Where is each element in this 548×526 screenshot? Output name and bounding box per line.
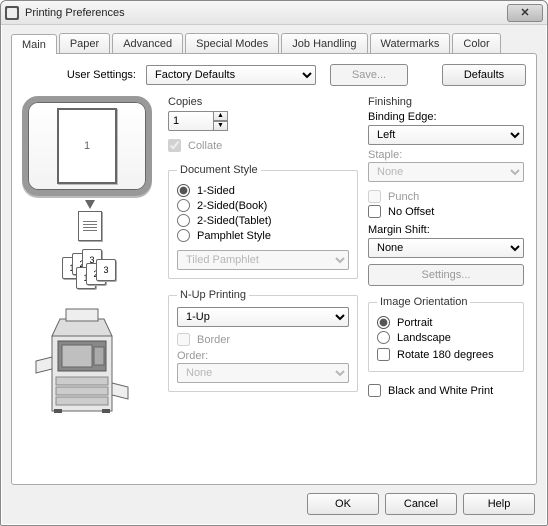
radio-portrait[interactable] (377, 316, 390, 329)
footer-buttons: OK Cancel Help (307, 493, 535, 515)
no-offset-label: No Offset (388, 206, 434, 218)
margin-shift-label: Margin Shift: (368, 224, 524, 236)
radio-2-sided-book[interactable] (177, 199, 190, 212)
collate-label: Collate (188, 140, 222, 152)
tab-special-modes[interactable]: Special Modes (185, 33, 279, 53)
rotate-label: Rotate 180 degrees (397, 349, 494, 361)
preview-box: 1 (22, 96, 152, 196)
bw-row: Black and White Print (368, 384, 524, 397)
ok-button[interactable]: OK (307, 493, 379, 515)
radio-pamphlet[interactable] (177, 229, 190, 242)
binding-edge-label: Binding Edge: (368, 111, 524, 123)
tab-main[interactable]: Main (11, 34, 57, 54)
bw-checkbox[interactable] (368, 384, 381, 397)
border-checkbox (177, 333, 190, 346)
binding-edge-select[interactable]: Left (368, 125, 524, 145)
tab-color[interactable]: Color (452, 33, 500, 53)
order-label: Order: (177, 350, 349, 362)
middle-column: Copies ▲▼ Collate Document Style 1-Sided (168, 96, 358, 434)
titlebar: Printing Preferences ✕ (1, 1, 547, 25)
printer-icon (5, 6, 19, 20)
cancel-button[interactable]: Cancel (385, 493, 457, 515)
right-column: Finishing Binding Edge: Left Staple: Non… (368, 96, 524, 434)
tab-strip: Main Paper Advanced Special Modes Job Ha… (11, 33, 537, 53)
order-select: None (177, 363, 349, 383)
close-icon: ✕ (520, 6, 529, 19)
nup-group: N-Up Printing 1-Up Border Order: None (168, 289, 358, 392)
label-landscape: Landscape (397, 332, 451, 344)
copies-input[interactable] (168, 111, 214, 131)
radio-landscape[interactable] (377, 331, 390, 344)
punch-label: Punch (388, 191, 419, 203)
tab-paper[interactable]: Paper (59, 33, 110, 53)
preview-column: 1 1 2 3 1 2 3 (22, 96, 158, 434)
user-settings-row: User Settings: Factory Defaults Save... … (22, 64, 526, 86)
rotate-checkbox[interactable] (377, 348, 390, 361)
document-style-group: Document Style 1-Sided 2-Sided(Book) 2-S… (168, 164, 358, 279)
staple-select: None (368, 162, 524, 182)
tab-watermarks[interactable]: Watermarks (370, 33, 451, 53)
nup-select[interactable]: 1-Up (177, 307, 349, 327)
pamphlet-select: Tiled Pamphlet (177, 250, 349, 270)
spin-buttons[interactable]: ▲▼ (213, 111, 228, 131)
arrow-down-icon (85, 200, 95, 209)
window-title: Printing Preferences (25, 7, 507, 19)
radio-2-sided-tablet[interactable] (177, 214, 190, 227)
settings-button[interactable]: Settings... (368, 264, 524, 286)
copies-group: Copies ▲▼ Collate (168, 96, 358, 154)
border-label: Border (197, 334, 230, 346)
staple-label: Staple: (368, 149, 524, 161)
copies-label: Copies (168, 96, 358, 108)
save-button[interactable]: Save... (330, 64, 408, 86)
defaults-button[interactable]: Defaults (442, 64, 526, 86)
user-settings-select[interactable]: Factory Defaults (146, 65, 316, 85)
image-orientation-group: Image Orientation Portrait Landscape Rot… (368, 296, 524, 372)
output-page-icon (78, 211, 102, 241)
spin-up-icon[interactable]: ▲ (213, 111, 228, 121)
label-1-sided: 1-Sided (197, 185, 235, 197)
label-2-sided-tablet: 2-Sided(Tablet) (197, 215, 272, 227)
collate-illustration: 1 2 3 1 2 3 (62, 249, 116, 285)
main-panel: User Settings: Factory Defaults Save... … (11, 53, 537, 485)
preview-page-number: 1 (84, 140, 90, 152)
margin-shift-select[interactable]: None (368, 238, 524, 258)
preview-page: 1 (57, 108, 117, 184)
bw-label: Black and White Print (388, 385, 493, 397)
label-portrait: Portrait (397, 317, 432, 329)
printer-illustration (22, 291, 142, 431)
label-pamphlet: Pamphlet Style (197, 230, 271, 242)
finishing-group: Finishing Binding Edge: Left Staple: Non… (368, 96, 524, 286)
collate-checkbox (168, 139, 181, 152)
label-2-sided-book: 2-Sided(Book) (197, 200, 267, 212)
tab-job-handling[interactable]: Job Handling (281, 33, 367, 53)
user-settings-label: User Settings: (22, 69, 140, 81)
document-style-legend: Document Style (177, 164, 261, 176)
copies-spinner[interactable]: ▲▼ (168, 111, 228, 131)
nup-legend: N-Up Printing (177, 289, 249, 301)
spin-down-icon[interactable]: ▼ (213, 121, 228, 131)
radio-1-sided[interactable] (177, 184, 190, 197)
punch-checkbox (368, 190, 381, 203)
content: Main Paper Advanced Special Modes Job Ha… (1, 25, 547, 525)
window: Printing Preferences ✕ Main Paper Advanc… (0, 0, 548, 526)
no-offset-checkbox[interactable] (368, 205, 381, 218)
columns: 1 1 2 3 1 2 3 (22, 96, 526, 434)
finishing-label: Finishing (368, 96, 524, 108)
image-orientation-legend: Image Orientation (377, 296, 470, 308)
help-button[interactable]: Help (463, 493, 535, 515)
collate-row: Collate (168, 139, 358, 152)
close-button[interactable]: ✕ (507, 4, 543, 22)
tab-advanced[interactable]: Advanced (112, 33, 183, 53)
